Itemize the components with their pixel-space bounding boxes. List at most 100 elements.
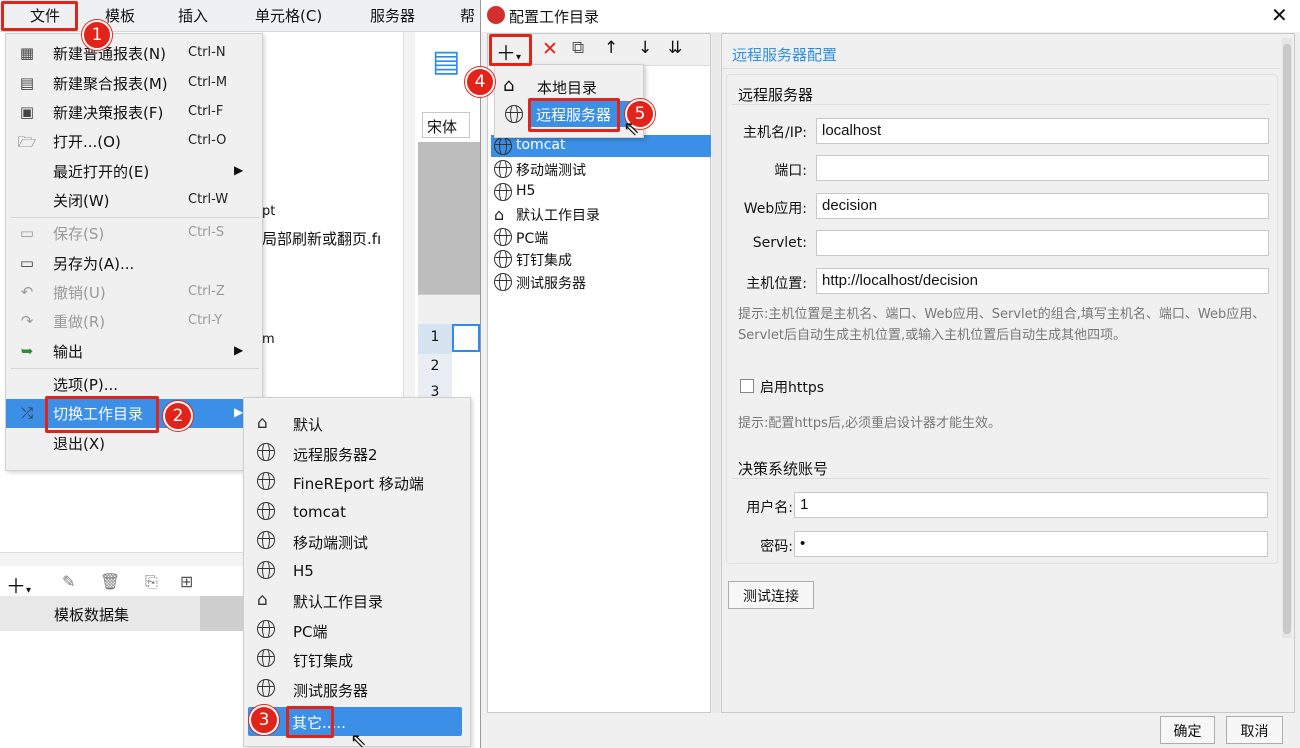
menu-item-undo[interactable]: ↶ 撤销(U) Ctrl-Z — [6, 278, 262, 307]
delete-icon[interactable]: 🗑 — [100, 572, 120, 591]
menu-item-redo[interactable]: ↷ 重做(R) Ctrl-Y — [6, 307, 262, 336]
preview-dataset-icon[interactable]: ⎘ — [145, 572, 158, 592]
location-input[interactable]: http://localhost/decision — [816, 268, 1269, 294]
workdir-item-finereport-mobile[interactable]: FineREport 移动端 — [244, 468, 470, 497]
globe-icon — [257, 561, 275, 584]
workdir-item-test-server[interactable]: 测试服务器 — [244, 675, 470, 704]
app-logo-icon — [487, 6, 505, 24]
menu-item-new-aggregate[interactable]: ▤ 新建聚合报表(M) Ctrl-M — [6, 69, 262, 98]
globe-icon — [257, 472, 275, 495]
move-up-icon[interactable]: ↑ — [604, 38, 618, 58]
globe-icon — [257, 620, 275, 643]
password-input[interactable]: • — [794, 531, 1268, 557]
dataset-header-tab — [200, 596, 243, 631]
row-number-1[interactable]: 1 — [418, 324, 452, 354]
grid-icon: ▦ — [19, 44, 35, 62]
group-divider — [732, 478, 1270, 479]
shuffle-icon: ⤮ — [20, 404, 33, 422]
submenu-arrow-icon: ▶ — [234, 343, 244, 357]
editor-text-m: m — [262, 332, 275, 347]
callout-badge-3: 3 — [249, 705, 279, 735]
globe-icon — [505, 105, 523, 127]
workdir-item-default-workdir[interactable]: ⌂ 默认工作目录 — [244, 586, 470, 615]
pane-splitter[interactable] — [712, 33, 720, 713]
menu-item-new-report[interactable]: ▦ 新建普通报表(N) Ctrl-N — [6, 39, 262, 68]
tree-item-mobile-test[interactable]: 移动端测试 — [491, 158, 711, 180]
dataset-panel: ＋▾ ✎ 🗑 ⎘ ⊞ 模板数据集 — [0, 552, 243, 748]
row-number-2[interactable]: 2 — [418, 354, 452, 380]
menu-item-save[interactable]: ▭ 保存(S) Ctrl-S — [6, 219, 262, 248]
font-select[interactable]: 宋体 — [422, 112, 470, 138]
move-bottom-icon[interactable]: ⇊ — [668, 38, 682, 58]
home-icon: ⌂ — [257, 413, 268, 433]
port-input[interactable] — [816, 155, 1269, 181]
tree-item-default-workdir[interactable]: ⌂ 默认工作目录 — [491, 203, 711, 225]
menu-cell[interactable]: 单元格(C) — [255, 5, 322, 26]
tree-item-tomcat[interactable]: tomcat — [491, 135, 711, 157]
section-title: 远程服务器配置 — [732, 46, 838, 64]
save-icon: ▭ — [19, 224, 35, 242]
workdir-item-dingtalk[interactable]: 钉钉集成 — [244, 645, 470, 674]
workdir-item-default[interactable]: ⌂ 默认 — [244, 409, 470, 438]
menu-server[interactable]: 服务器 — [370, 5, 415, 26]
workdir-item-mobile-test[interactable]: 移动端测试 — [244, 527, 470, 556]
callout-badge-2: 2 — [163, 401, 193, 431]
copy-icon[interactable]: ⧉ — [572, 38, 584, 58]
globe-icon — [257, 443, 275, 466]
workdir-item-h5[interactable]: H5 — [244, 557, 470, 586]
callout-box-remote — [528, 98, 620, 132]
panel-splitter[interactable] — [0, 552, 243, 566]
ok-button[interactable]: 确定 — [1160, 716, 1215, 744]
menu-template[interactable]: 模板 — [105, 5, 135, 26]
menu-item-new-decision[interactable]: ▣ 新建决策报表(F) Ctrl-F — [6, 98, 262, 127]
add-dataset-icon[interactable]: ＋▾ — [6, 570, 31, 599]
add-local-dir[interactable]: 本地目录 — [537, 77, 597, 98]
webapp-input[interactable]: decision — [816, 193, 1269, 219]
callout-box-add — [489, 34, 532, 66]
username-input[interactable]: 1 — [794, 492, 1268, 518]
menu-item-exit[interactable]: 退出(X) — [6, 429, 262, 458]
move-down-icon[interactable]: ↓ — [638, 38, 652, 58]
menu-insert[interactable]: 插入 — [178, 5, 208, 26]
save-as-icon: ▭ — [19, 254, 35, 272]
edit-icon[interactable]: ✎ — [62, 572, 75, 591]
servlet-input[interactable] — [816, 230, 1269, 256]
test-connection-button[interactable]: 测试连接 — [728, 581, 814, 609]
mouse-cursor-icon: ⇖ — [350, 728, 367, 748]
cancel-button[interactable]: 取消 — [1226, 716, 1283, 744]
editor-text-pt: pt — [262, 204, 276, 219]
dataset-settings-icon[interactable]: ⊞ — [180, 572, 193, 591]
menu-item-recent[interactable]: 最近打开的(E) ▶ — [6, 157, 262, 186]
delete-icon[interactable]: ✕ — [542, 38, 558, 60]
menu-item-save-as[interactable]: ▭ 另存为(A)... — [6, 249, 262, 278]
host-input[interactable]: localhost — [816, 118, 1269, 144]
config-workdir-dialog: 配置工作目录 ✕ ＋▾ ✕ ⧉ ↑ ↓ ⇊ tomcat 移动端测试 H5 ⌂ 默… — [465, 0, 1300, 748]
selected-cell[interactable] — [452, 324, 480, 352]
tree-item-dingtalk[interactable]: 钉钉集成 — [491, 248, 711, 270]
menu-separator — [11, 217, 259, 218]
menu-separator — [11, 368, 259, 369]
tree-item-pc[interactable]: PC端 — [491, 226, 711, 248]
menu-item-export[interactable]: ➥ 输出 ▶ — [6, 337, 262, 366]
tree-item-test-server[interactable]: 测试服务器 — [491, 271, 711, 293]
tree-item-h5[interactable]: H5 — [491, 181, 711, 203]
close-icon[interactable]: ✕ — [1271, 3, 1288, 27]
globe-icon — [257, 531, 275, 554]
undo-icon: ↶ — [20, 283, 34, 301]
hint-https: 提示:配置https后,必须重启设计器才能生效。 — [738, 416, 1001, 431]
https-checkbox[interactable] — [740, 379, 754, 393]
workdir-item-remote2[interactable]: 远程服务器2 — [244, 439, 470, 468]
menu-help[interactable]: 帮 — [460, 5, 475, 26]
menu-item-close[interactable]: 关闭(W) Ctrl-W — [6, 186, 262, 215]
workdir-item-pc[interactable]: PC端 — [244, 616, 470, 645]
location-label: 主机位置: — [746, 276, 807, 292]
callout-badge-4: 4 — [465, 67, 495, 97]
workdir-item-tomcat[interactable]: tomcat — [244, 498, 470, 527]
editor-text-refresh: 局部刷新或翻页.fı — [262, 230, 382, 248]
menu-item-open[interactable]: 🗁 打开...(O) Ctrl-O — [6, 127, 262, 156]
menu-item-options[interactable]: 选项(P)... — [6, 370, 262, 399]
globe-icon — [494, 183, 512, 205]
workdir-submenu: ⌂ 默认 远程服务器2 FineREport 移动端 tomcat 移动端测试 H… — [243, 397, 471, 747]
scrollbar-thumb[interactable] — [1283, 44, 1291, 634]
column-header — [418, 294, 480, 324]
